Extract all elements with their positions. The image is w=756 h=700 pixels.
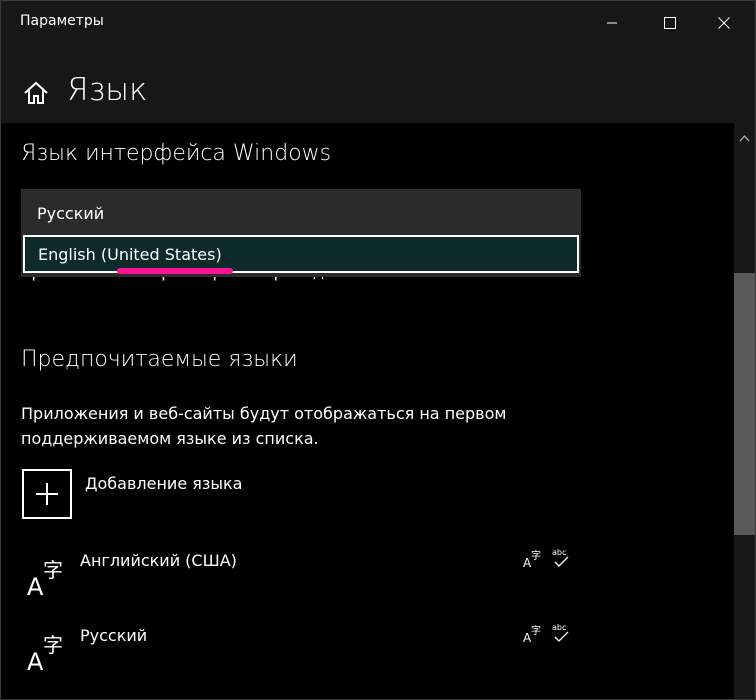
scroll-up-arrow-icon[interactable]: [739, 127, 750, 146]
highlight-underline: [117, 268, 233, 274]
dropdown-option-english[interactable]: English (United States): [23, 235, 579, 273]
display-language-feature-icon: A 字: [523, 549, 543, 573]
display-language-feature-icon: A 字: [523, 624, 543, 648]
add-language-label[interactable]: Добавление языка: [85, 474, 242, 493]
preferred-languages-title: Предпочитаемые языки: [21, 347, 298, 372]
svg-text:A: A: [27, 648, 44, 672]
minimize-button[interactable]: [587, 1, 637, 45]
svg-text:字: 字: [43, 558, 63, 582]
maximize-icon: [664, 17, 676, 29]
add-language-button[interactable]: [22, 469, 72, 519]
close-button[interactable]: [699, 1, 749, 45]
interface-language-title: Язык интерфейса Windows: [21, 141, 332, 166]
preferred-languages-description: Приложения и веб-сайты будут отображатьс…: [21, 404, 507, 448]
maximize-button[interactable]: [645, 1, 695, 45]
plus-icon: [36, 483, 58, 505]
page-title: Язык: [67, 72, 148, 108]
vertical-scrollbar[interactable]: [734, 123, 755, 699]
window-title: Параметры: [20, 13, 104, 29]
home-icon[interactable]: [23, 81, 49, 109]
language-name: Русский: [80, 626, 148, 645]
settings-window: Параметры Язык Язык интерфейса Windows п…: [0, 0, 756, 700]
svg-text:abc: abc: [552, 623, 566, 632]
language-name: Английский (США): [80, 551, 237, 570]
page-header: Язык: [1, 45, 755, 123]
language-item-russian[interactable]: A 字 Русский A 字 abc: [21, 618, 581, 678]
language-icon: A 字: [27, 628, 67, 676]
svg-text:A: A: [27, 573, 44, 597]
language-item-english[interactable]: A 字 Английский (США) A 字 abc: [21, 543, 581, 603]
dropdown-option-russian[interactable]: Русский: [21, 194, 581, 234]
language-icon: A 字: [27, 553, 67, 601]
interface-language-dropdown[interactable]: Русский English (United States): [21, 189, 581, 277]
close-icon: [718, 17, 730, 29]
spellcheck-feature-icon: abc: [552, 622, 572, 648]
scrollbar-thumb[interactable]: [734, 273, 755, 535]
svg-text:字: 字: [531, 549, 541, 562]
title-bar[interactable]: Параметры: [1, 1, 755, 45]
svg-text:字: 字: [531, 624, 541, 637]
svg-text:字: 字: [43, 633, 63, 657]
minimize-icon: [607, 22, 617, 24]
svg-text:abc: abc: [552, 548, 566, 557]
content-area: Язык интерфейса Windows приложение "Пара…: [1, 123, 734, 699]
spellcheck-feature-icon: abc: [552, 547, 572, 573]
